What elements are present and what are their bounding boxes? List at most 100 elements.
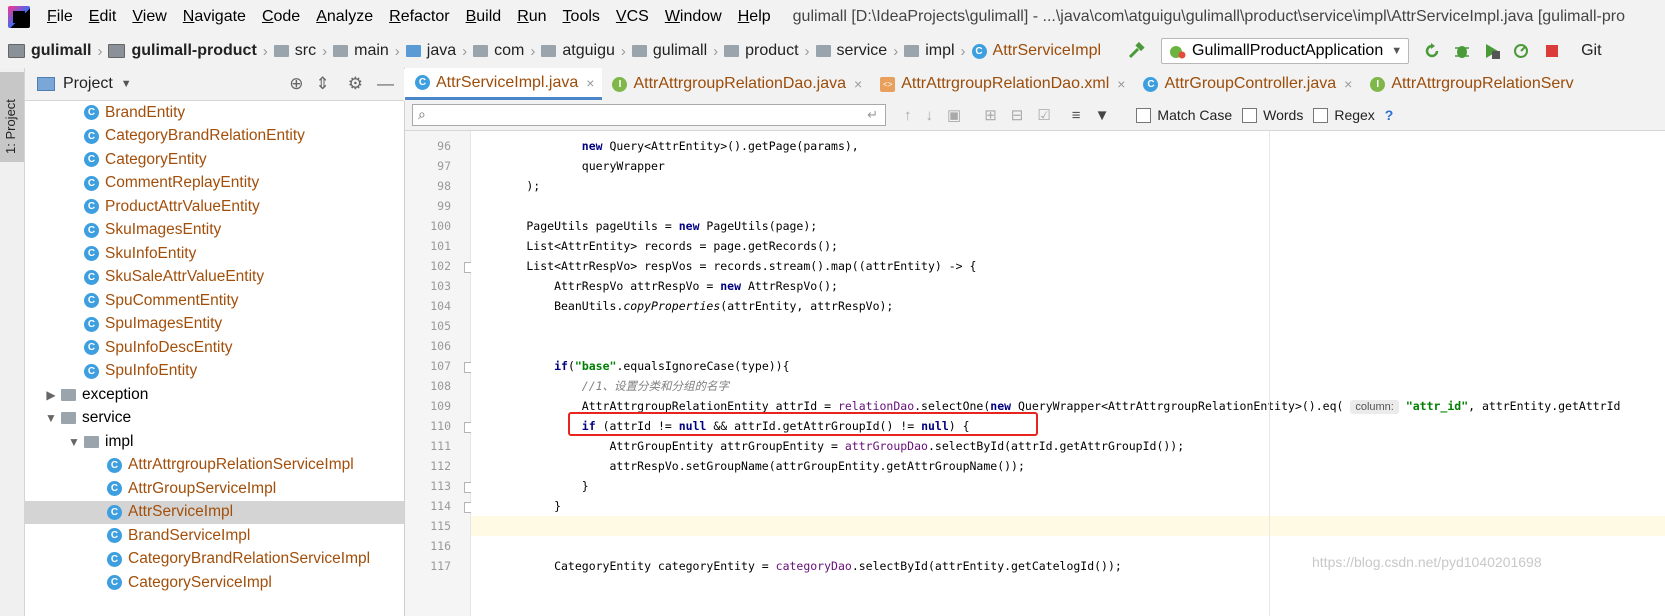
editor-tab[interactable]: C AttrGroupController.java × bbox=[1133, 68, 1360, 100]
run-config-label: GulimallProductApplication bbox=[1192, 42, 1384, 59]
tree-item[interactable]: C CommentReplayEntity bbox=[25, 172, 404, 195]
tree-item-label: CategoryServiceImpl bbox=[128, 573, 272, 591]
find-in-window-icon[interactable]: ▣ bbox=[947, 106, 961, 124]
chevron-right-icon[interactable]: ▶ bbox=[43, 388, 59, 402]
run-with-coverage-icon[interactable] bbox=[1483, 42, 1501, 60]
editor-tab[interactable]: I AttrAttrgroupRelationDao.java × bbox=[602, 68, 870, 100]
code-line: BeanUtils.copyProperties(attrEntity, att… bbox=[471, 299, 894, 313]
editor-tab[interactable]: I AttrAttrgroupRelationServ bbox=[1360, 68, 1581, 100]
match-case-checkbox[interactable]: Match Case bbox=[1136, 107, 1232, 123]
menu-refactor[interactable]: Refactor bbox=[381, 8, 457, 26]
stop-icon[interactable] bbox=[1543, 42, 1561, 60]
tree-item[interactable]: C AttrAttrgroupRelationServiceImpl bbox=[25, 454, 404, 477]
tree-item[interactable]: C SkuImagesEntity bbox=[25, 219, 404, 242]
menu-view[interactable]: View bbox=[124, 8, 174, 26]
menu-window[interactable]: Window bbox=[657, 8, 730, 26]
breadcrumb-label: atguigu bbox=[562, 42, 615, 59]
locate-crosshair-icon[interactable]: ⊕ bbox=[289, 74, 303, 94]
tree-item[interactable]: C SpuImagesEntity bbox=[25, 313, 404, 336]
menu-analyze[interactable]: Analyze bbox=[308, 8, 381, 26]
menu-edit[interactable]: Edit bbox=[81, 8, 125, 26]
code-editor[interactable]: new Query<AttrEntity>().getPage(params),… bbox=[471, 131, 1665, 616]
regex-checkbox[interactable]: Regex bbox=[1313, 107, 1375, 123]
tree-item[interactable]: C AttrGroupServiceImpl bbox=[25, 477, 404, 500]
add-selection-icon[interactable]: ⊞ bbox=[984, 106, 997, 124]
menu-run[interactable]: Run bbox=[509, 8, 554, 26]
tree-item[interactable]: C CategoryBrandRelationEntity bbox=[25, 125, 404, 148]
previous-occurrence-icon[interactable]: ↑ bbox=[904, 107, 912, 124]
breadcrumb-project[interactable]: gulimall bbox=[0, 42, 95, 60]
enter-history-icon[interactable]: ↵ bbox=[867, 107, 878, 123]
debug-icon[interactable] bbox=[1453, 42, 1471, 60]
breadcrumb-label: product bbox=[745, 42, 799, 59]
tree-item[interactable]: C CategoryBrandRelationServiceImpl bbox=[25, 548, 404, 571]
git-label[interactable]: Git bbox=[1581, 42, 1601, 60]
tree-item[interactable]: C SkuSaleAttrValueEntity bbox=[25, 266, 404, 289]
menu-help[interactable]: Help bbox=[730, 8, 779, 26]
code-line: } bbox=[471, 499, 562, 513]
breadcrumb-gulimall[interactable]: gulimall bbox=[628, 42, 711, 60]
breadcrumb-atguigu[interactable]: atguigu bbox=[537, 42, 619, 60]
gear-icon[interactable]: ⚙ bbox=[348, 74, 363, 94]
close-icon[interactable]: × bbox=[1344, 76, 1352, 92]
tree-item[interactable]: C BrandServiceImpl bbox=[25, 524, 404, 547]
remove-selection-icon[interactable]: ⊟ bbox=[1011, 106, 1024, 124]
filter-icon[interactable]: ▼ bbox=[1095, 107, 1110, 124]
build-hammer-icon[interactable] bbox=[1127, 42, 1145, 60]
editor-tab[interactable]: <> AttrAttrgroupRelationDao.xml × bbox=[870, 68, 1133, 100]
class-icon: C bbox=[107, 575, 122, 590]
select-all-occurrences-icon[interactable]: ☑ bbox=[1037, 106, 1050, 124]
tree-item[interactable]: C ProductAttrValueEntity bbox=[25, 195, 404, 218]
tree-item[interactable]: ▼ impl bbox=[25, 430, 404, 453]
tree-item[interactable]: C SpuInfoDescEntity bbox=[25, 336, 404, 359]
next-occurrence-icon[interactable]: ↓ bbox=[926, 107, 934, 124]
breadcrumb-java[interactable]: java bbox=[402, 42, 460, 60]
menu-tools[interactable]: Tools bbox=[555, 8, 608, 26]
chevron-down-icon[interactable]: ▼ bbox=[121, 78, 132, 90]
breadcrumb-module[interactable]: gulimall-product bbox=[104, 42, 260, 60]
tree-item[interactable]: C CategoryEntity bbox=[25, 148, 404, 171]
breadcrumb-main[interactable]: main bbox=[329, 42, 393, 60]
tree-item[interactable]: ▼ service bbox=[25, 407, 404, 430]
tree-item[interactable]: C SpuCommentEntity bbox=[25, 289, 404, 312]
tree-item[interactable]: C AttrServiceImpl bbox=[25, 500, 404, 524]
folder-icon bbox=[8, 44, 25, 58]
chevron-down-icon[interactable]: ▼ bbox=[66, 435, 82, 449]
tree-item[interactable]: ▶ exception bbox=[25, 383, 404, 406]
tree-item[interactable]: C CategoryServiceImpl bbox=[25, 571, 404, 594]
collapse-all-icon[interactable]: ⇕ bbox=[316, 74, 330, 94]
menu-file[interactable]: File bbox=[39, 8, 81, 26]
chevron-right-icon: › bbox=[462, 42, 468, 60]
menu-code[interactable]: Code bbox=[254, 8, 308, 26]
menu-build[interactable]: Build bbox=[458, 8, 510, 26]
run-configuration-select[interactable]: GulimallProductApplication ▼ bbox=[1161, 38, 1410, 64]
menu-navigate[interactable]: Navigate bbox=[175, 8, 254, 26]
project-panel-title[interactable]: Project bbox=[63, 75, 113, 93]
tree-item[interactable]: C SkuInfoEntity bbox=[25, 242, 404, 265]
breadcrumb-impl[interactable]: impl bbox=[900, 42, 958, 60]
profile-icon[interactable] bbox=[1513, 42, 1531, 60]
close-icon[interactable]: × bbox=[854, 76, 862, 92]
tree-item[interactable]: C SpuInfoEntity bbox=[25, 360, 404, 383]
breadcrumb-class[interactable]: C AttrServiceImpl bbox=[968, 42, 1105, 60]
breadcrumb-service[interactable]: service bbox=[812, 42, 892, 60]
navigation-bar: gulimall › gulimall-product › src › main › j… bbox=[0, 34, 1665, 69]
rerun-icon[interactable] bbox=[1423, 42, 1441, 60]
tree-item[interactable]: C BrandEntity bbox=[25, 101, 404, 124]
filter-lines-icon[interactable]: ≡ bbox=[1072, 107, 1081, 124]
editor-tab[interactable]: C AttrServiceImpl.java × bbox=[405, 68, 603, 100]
regex-help-link[interactable]: ? bbox=[1385, 107, 1394, 123]
close-icon[interactable]: × bbox=[586, 75, 594, 91]
words-checkbox[interactable]: Words bbox=[1242, 107, 1303, 123]
class-icon: C bbox=[84, 246, 99, 261]
breadcrumb-com[interactable]: com bbox=[469, 42, 528, 60]
project-tool-tab[interactable]: 1: Project bbox=[0, 72, 24, 162]
chevron-down-icon[interactable]: ▼ bbox=[43, 411, 59, 425]
hide-panel-icon[interactable]: — bbox=[377, 74, 394, 94]
breadcrumb-src[interactable]: src bbox=[270, 42, 320, 60]
breadcrumb-product[interactable]: product bbox=[720, 42, 802, 60]
search-input[interactable] bbox=[412, 104, 886, 126]
close-icon[interactable]: × bbox=[1117, 76, 1125, 92]
line-number: 115 bbox=[430, 519, 451, 533]
menu-vcs[interactable]: VCS bbox=[608, 8, 657, 26]
